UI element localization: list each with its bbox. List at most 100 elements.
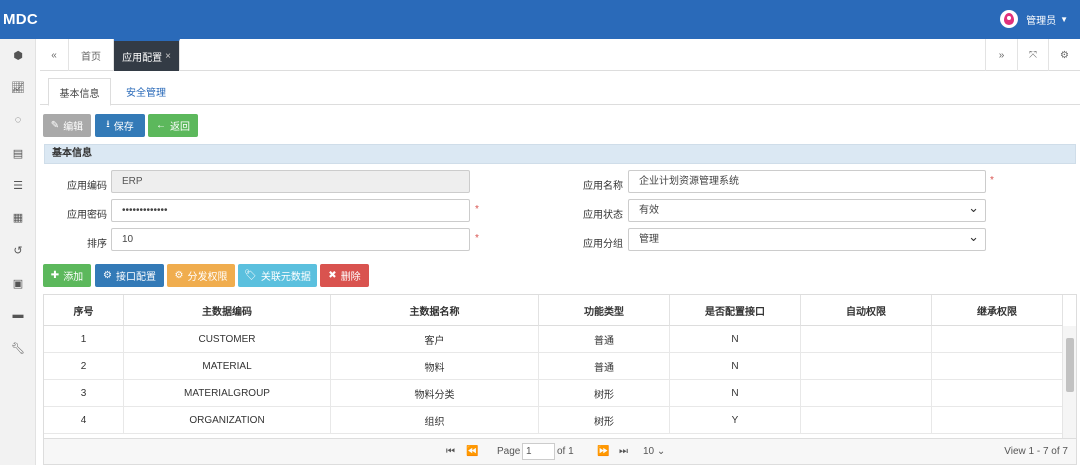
brand-logo: MDC: [3, 11, 39, 28]
delete-button[interactable]: ✖ 删除: [320, 264, 369, 287]
fullscreen-icon[interactable]: ⤧: [1017, 39, 1048, 71]
tab-app-config[interactable]: 应用配置 ×: [114, 39, 180, 71]
col-header[interactable]: 继承权限: [932, 295, 1063, 326]
link-metadata-button[interactable]: 🏷︎ 关联元数据: [238, 264, 317, 287]
spinner-icon[interactable]: ◌: [0, 109, 36, 131]
table-cell[interactable]: [801, 353, 932, 380]
pager: ⏮ ⏪ Page 1 of 1 ⏩ ⏭ 10 ⌄ View 1 - 7 of 7: [43, 439, 1077, 465]
table-cell[interactable]: MATERIAL: [124, 353, 331, 380]
save-label: 保存: [113, 122, 134, 133]
download-icon: ⭳: [106, 119, 110, 130]
table-cell[interactable]: 树形: [539, 407, 670, 434]
history-icon[interactable]: ↺: [0, 239, 36, 261]
table-cell[interactable]: 树形: [539, 380, 670, 407]
edit-button[interactable]: ✎ 编辑: [43, 114, 91, 137]
film-icon[interactable]: ▣: [0, 272, 36, 294]
tab-home[interactable]: 首页: [69, 39, 114, 71]
prev-page-icon[interactable]: ⏪: [466, 446, 478, 457]
tab-security[interactable]: 安全管理: [117, 78, 175, 105]
sidebar: ⬢ 📈︎ ◌ ▤ ☰ ▦ ↺ ▣ ▬ 🔧︎: [0, 39, 36, 465]
assign-permission-button[interactable]: ⚙ 分发权限: [167, 264, 235, 287]
vertical-scrollbar[interactable]: [1062, 326, 1076, 438]
tab-basic-info-label: 基本信息: [59, 88, 100, 100]
app-name-field[interactable]: 企业计划资源管理系统: [628, 170, 986, 193]
table-cell[interactable]: CUSTOMER: [124, 326, 331, 353]
col-header[interactable]: 是否配置接口: [670, 295, 801, 326]
page-label: Page: [497, 446, 521, 457]
tab-basic-info[interactable]: 基本信息: [48, 78, 111, 106]
table-cell[interactable]: Y: [670, 407, 801, 434]
col-header[interactable]: 序号: [44, 295, 124, 326]
table-cell[interactable]: [932, 380, 1063, 407]
table-cell[interactable]: [932, 407, 1063, 434]
save-button[interactable]: ⭳ 保存: [95, 114, 145, 137]
app-group-select[interactable]: 管理: [628, 226, 986, 251]
interface-config-button[interactable]: ⚙ 接口配置: [95, 264, 164, 287]
tab-scroll-right-icon[interactable]: »: [985, 39, 1017, 71]
add-label: 添加: [63, 272, 84, 283]
table-cell[interactable]: 普通: [539, 353, 670, 380]
tab-home-label: 首页: [81, 51, 101, 63]
app-code-field[interactable]: ERP: [111, 170, 470, 193]
sort-field[interactable]: 10: [111, 228, 470, 251]
chart-icon[interactable]: 📈︎: [0, 76, 36, 98]
table-cell[interactable]: 物料: [331, 353, 539, 380]
location-pin-icon: [1004, 13, 1015, 25]
edit-label: 编辑: [63, 122, 84, 133]
table-cell[interactable]: [801, 380, 932, 407]
table-cell[interactable]: 4: [44, 407, 124, 434]
page-size-select[interactable]: 10 ⌄: [643, 446, 665, 457]
table-cell[interactable]: ORGANIZATION: [124, 407, 331, 434]
table-cell[interactable]: 3: [44, 380, 124, 407]
archive-icon[interactable]: ▬: [0, 304, 36, 326]
app-status-select[interactable]: 有效: [628, 197, 986, 222]
delete-label: 删除: [340, 272, 361, 283]
table-icon[interactable]: ▦: [0, 206, 36, 228]
table-cell[interactable]: [801, 407, 932, 434]
col-header[interactable]: 主数据编码: [124, 295, 331, 326]
table-cell[interactable]: 物料分类: [331, 380, 539, 407]
col-header[interactable]: 自动权限: [801, 295, 932, 326]
table-cell[interactable]: N: [670, 326, 801, 353]
page-size-value: 10: [643, 446, 655, 457]
scrollbar-thumb[interactable]: [1066, 338, 1074, 392]
first-page-icon[interactable]: ⏮: [446, 446, 455, 457]
app-name-label: 应用名称: [583, 181, 623, 192]
app-group-label: 应用分组: [583, 239, 623, 250]
edit-icon: ✎: [50, 120, 60, 131]
sort-label: 排序: [87, 239, 107, 250]
table-cell[interactable]: N: [670, 380, 801, 407]
table-cell[interactable]: 组织: [331, 407, 539, 434]
list-icon[interactable]: ☰: [0, 174, 36, 196]
wrench-icon[interactable]: 🔧︎: [0, 337, 36, 359]
table-cell[interactable]: 1: [44, 326, 124, 353]
chevron-down-icon: ⌄: [656, 446, 666, 457]
required-mark: *: [475, 233, 479, 244]
table-cell[interactable]: 普通: [539, 326, 670, 353]
table-cell[interactable]: [801, 326, 932, 353]
add-button[interactable]: ✚ 添加: [43, 264, 91, 287]
col-header[interactable]: 主数据名称: [331, 295, 539, 326]
view-records: View 1 - 7 of 7: [1004, 446, 1068, 457]
dashboard-icon[interactable]: ⬢: [0, 44, 36, 66]
next-page-icon[interactable]: ⏩: [597, 446, 609, 457]
back-button[interactable]: ← 返回: [148, 114, 198, 137]
database-icon[interactable]: ▤: [0, 142, 36, 164]
app-password-field[interactable]: •••••••••••••: [111, 199, 470, 222]
table-cell[interactable]: MATERIALGROUP: [124, 380, 331, 407]
table-cell[interactable]: [932, 326, 1063, 353]
tab-scroll-left-icon[interactable]: «: [40, 39, 69, 71]
page-input[interactable]: 1: [522, 443, 555, 460]
table-cell[interactable]: N: [670, 353, 801, 380]
required-mark: *: [990, 175, 994, 186]
last-page-icon[interactable]: ⏭: [619, 446, 628, 457]
master-data-grid: 序号 主数据编码 主数据名称 功能类型 是否配置接口 自动权限 继承权限 1 C…: [43, 294, 1077, 439]
gear-icon[interactable]: ⚙: [1048, 39, 1080, 71]
table-cell[interactable]: [932, 353, 1063, 380]
table-cell[interactable]: 客户: [331, 326, 539, 353]
user-menu[interactable]: 管理员 ▼: [1000, 8, 1068, 30]
close-icon[interactable]: ×: [165, 51, 171, 62]
col-header[interactable]: 功能类型: [539, 295, 670, 326]
table-cell[interactable]: 2: [44, 353, 124, 380]
tag-icon: 🏷︎: [244, 270, 257, 281]
